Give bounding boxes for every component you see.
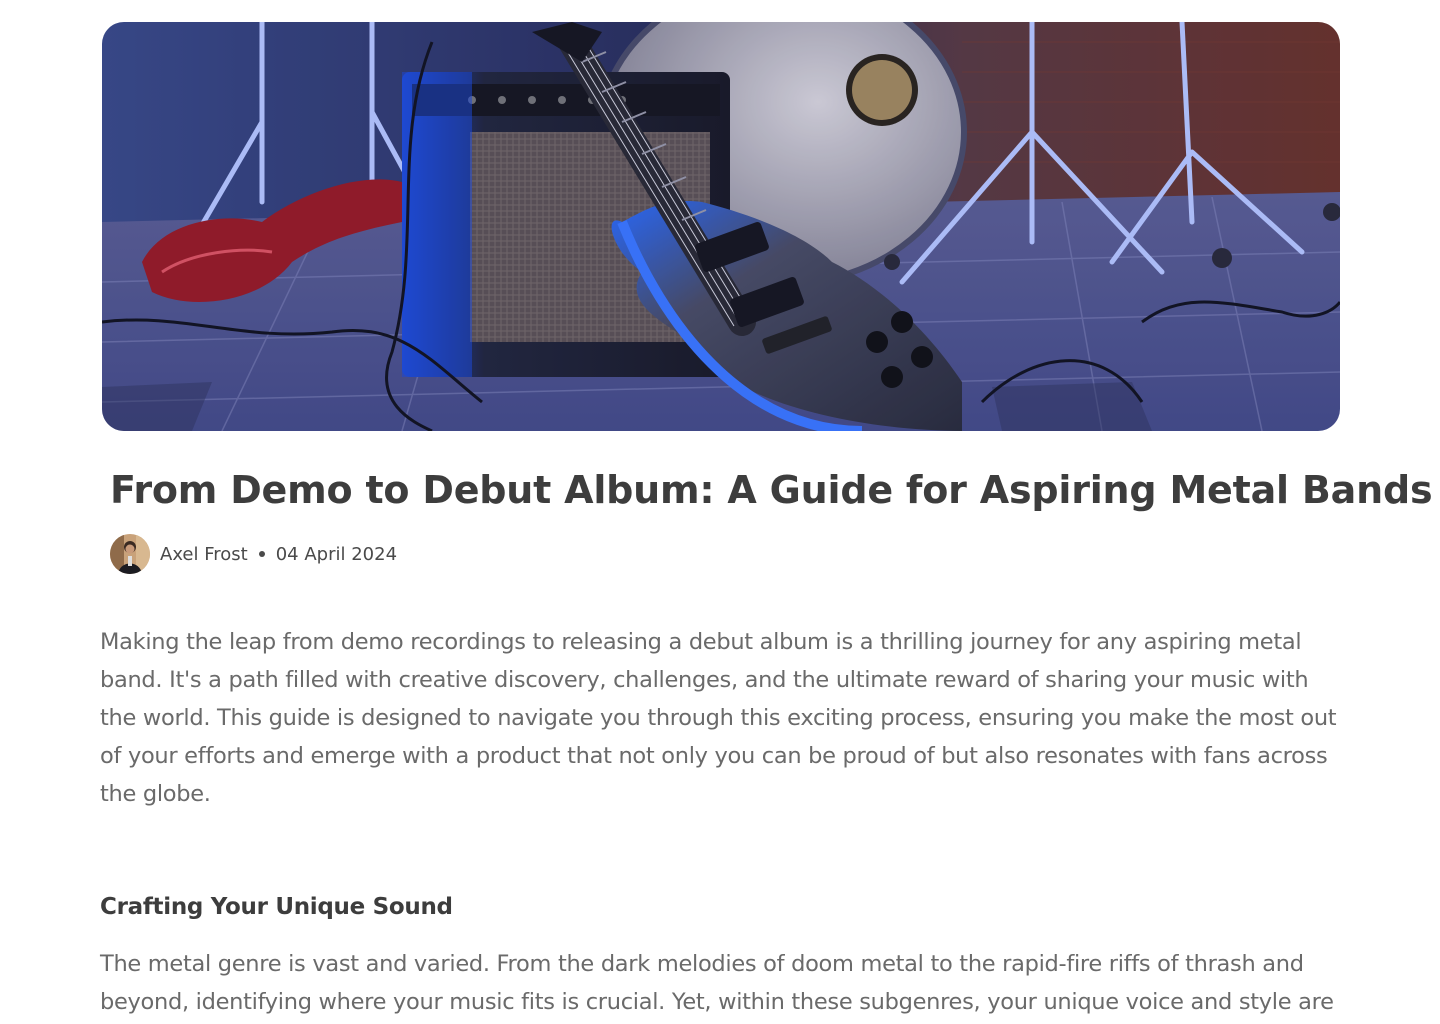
section-heading: Crafting Your Unique Sound — [100, 894, 453, 920]
hero-photo — [102, 22, 1340, 431]
article-intro: Making the leap from demo recordings to … — [100, 629, 1337, 807]
author-name[interactable]: Axel Frost — [160, 544, 248, 565]
separator-dot-icon — [258, 551, 265, 557]
hero-image — [102, 22, 1340, 431]
article-meta: Axel Frost 04 April 2024 — [110, 534, 397, 574]
publish-date: 04 April 2024 — [275, 543, 398, 565]
avatar-photo-icon — [110, 534, 150, 574]
author-avatar[interactable] — [110, 534, 150, 574]
section-paragraph: The metal genre is vast and varied. From… — [100, 951, 1334, 1015]
article-title: From Demo to Debut Album: A Guide for As… — [110, 468, 1433, 512]
